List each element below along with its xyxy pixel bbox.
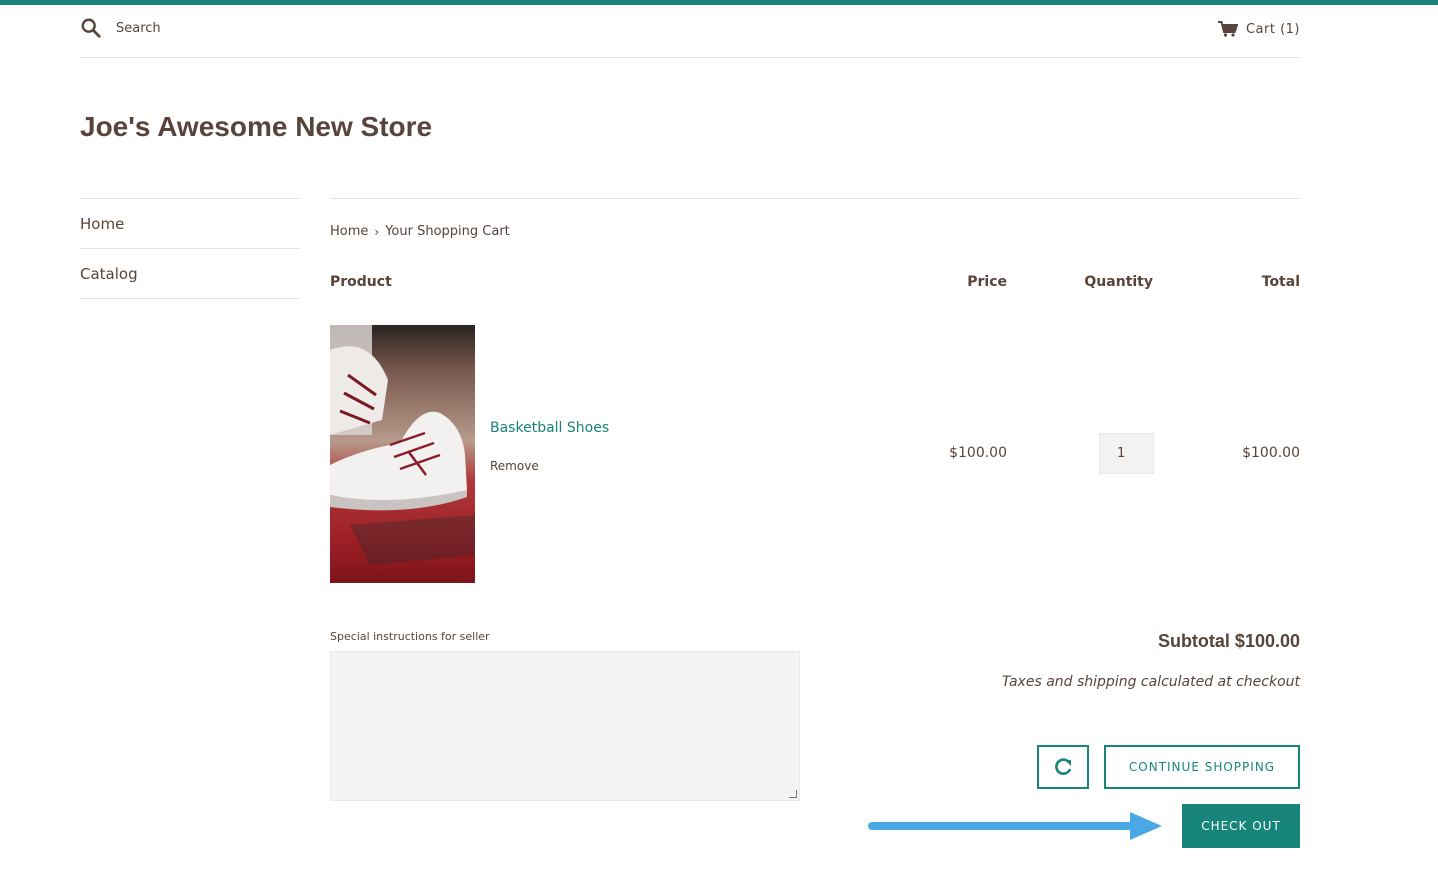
special-instructions-label: Special instructions for seller — [330, 630, 490, 643]
search-bar[interactable]: Search — [80, 17, 161, 39]
resize-grip-icon[interactable] — [789, 790, 797, 798]
continue-shopping-button[interactable]: CONTINUE SHOPPING — [1104, 745, 1300, 789]
column-header-product: Product — [330, 274, 392, 290]
search-input[interactable]: Search — [116, 21, 161, 36]
item-total: $100.00 — [1242, 445, 1300, 461]
cart-icon — [1217, 21, 1238, 37]
sidebar-nav: Home Catalog — [80, 198, 300, 299]
checkout-button[interactable]: CHECK OUT — [1182, 804, 1300, 848]
product-name-link[interactable]: Basketball Shoes — [490, 420, 609, 436]
remove-item-link[interactable]: Remove — [490, 459, 539, 473]
cart-label[interactable]: Cart (1) — [1246, 22, 1300, 37]
refresh-icon — [1055, 758, 1072, 775]
column-header-total: Total — [1261, 274, 1300, 290]
column-header-quantity: Quantity — [1084, 274, 1153, 290]
taxes-note: Taxes and shipping calculated at checkou… — [1001, 674, 1300, 690]
sidebar-item-catalog[interactable]: Catalog — [80, 249, 300, 299]
main-divider — [330, 198, 1300, 199]
breadcrumb-separator-icon: › — [374, 224, 380, 239]
sidebar-item-home[interactable]: Home — [80, 199, 300, 249]
product-image[interactable] — [330, 325, 475, 583]
update-cart-button[interactable] — [1037, 745, 1089, 789]
column-header-price: Price — [967, 274, 1007, 290]
site-header: Search Cart (1) — [80, 5, 1300, 58]
item-price: $100.00 — [949, 445, 1007, 461]
store-title[interactable]: Joe's Awesome New Store — [80, 111, 432, 143]
cart-link[interactable]: Cart (1) — [1217, 21, 1300, 37]
annotation-arrow-icon — [868, 812, 1162, 840]
special-instructions-textarea[interactable] — [330, 651, 800, 801]
breadcrumb: Home › Your Shopping Cart — [330, 224, 510, 239]
search-icon[interactable] — [80, 17, 102, 39]
quantity-input[interactable]: 1 — [1099, 433, 1154, 474]
breadcrumb-home-link[interactable]: Home — [330, 224, 368, 239]
cart-subtotal: Subtotal $100.00 — [1157, 631, 1300, 651]
breadcrumb-current: Your Shopping Cart — [385, 224, 510, 239]
